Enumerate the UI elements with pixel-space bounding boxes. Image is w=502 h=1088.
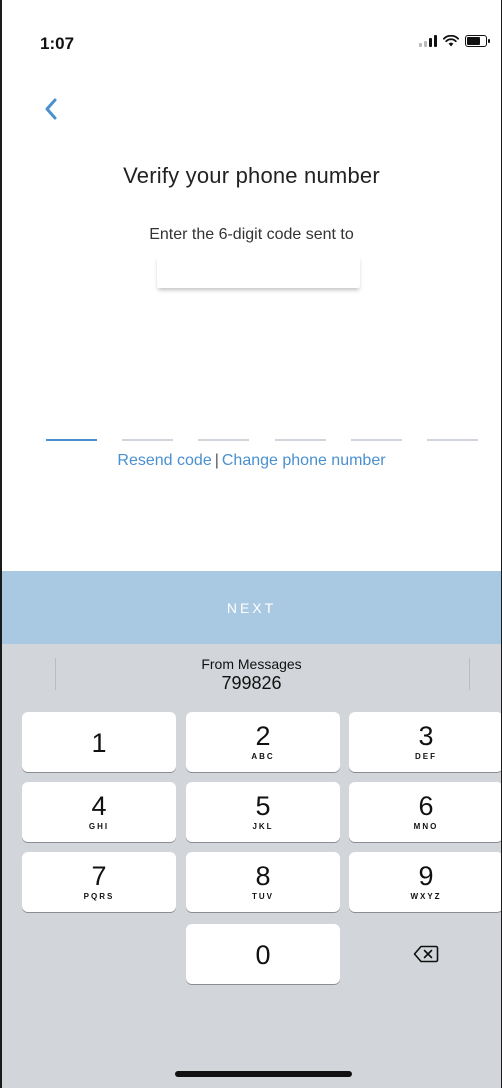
- phone-screen: 1:07 Verify your phone number Enter the …: [0, 0, 502, 1088]
- autofill-code-suggestion[interactable]: From Messages 799826: [2, 656, 501, 693]
- key-5[interactable]: 5 JKL: [186, 782, 340, 842]
- numeric-keyboard: From Messages 799826 1 2 ABC 3 DEF 4 GHI…: [2, 644, 501, 1088]
- phone-number-display: [157, 256, 360, 288]
- key-4[interactable]: 4 GHI: [22, 782, 176, 842]
- key-letters: PQRS: [83, 892, 115, 901]
- change-phone-number-link[interactable]: Change phone number: [222, 452, 386, 469]
- home-indicator[interactable]: [175, 1071, 352, 1077]
- key-letters: ABC: [251, 752, 275, 761]
- key-number: 2: [255, 721, 271, 751]
- autofill-suggestion-bar: From Messages 799826: [2, 644, 501, 706]
- code-digit-slot[interactable]: [122, 407, 174, 441]
- key-number: 6: [418, 791, 434, 821]
- key-letters: TUV: [252, 892, 274, 901]
- delete-key[interactable]: [349, 924, 501, 984]
- key-number: 9: [418, 861, 434, 891]
- key-2[interactable]: 2 ABC: [186, 712, 340, 772]
- code-digit-slot[interactable]: [46, 407, 97, 441]
- page-title: Verify your phone number: [123, 163, 380, 188]
- back-button[interactable]: [36, 92, 66, 126]
- status-time: 1:07: [40, 34, 75, 53]
- code-digit-slot[interactable]: [350, 407, 402, 441]
- key-letters: MNO: [413, 822, 439, 831]
- key-number: 5: [255, 791, 271, 821]
- chevron-left-icon: [45, 98, 57, 120]
- key-9[interactable]: 9 WXYZ: [349, 852, 501, 912]
- key-7[interactable]: 7 PQRS: [22, 852, 176, 912]
- link-separator: |: [214, 452, 219, 469]
- status-bar: 1:07: [2, 0, 501, 90]
- backspace-icon: [413, 945, 439, 963]
- suggestion-code: 799826: [221, 673, 282, 693]
- key-number: 7: [91, 861, 107, 891]
- code-digit-slot[interactable]: [426, 407, 478, 441]
- key-0[interactable]: 0: [186, 924, 340, 984]
- page-subtitle: Enter the 6-digit code sent to: [149, 226, 354, 243]
- code-digit-slot[interactable]: [274, 407, 326, 441]
- key-number: 3: [418, 721, 434, 751]
- next-button[interactable]: NEXT: [2, 571, 501, 644]
- battery-icon: [465, 35, 490, 47]
- key-letters: GHI: [88, 822, 110, 831]
- key-3[interactable]: 3 DEF: [349, 712, 501, 772]
- key-letters: WXYZ: [410, 892, 442, 901]
- resend-code-link[interactable]: Resend code: [117, 452, 211, 469]
- key-8[interactable]: 8 TUV: [186, 852, 340, 912]
- key-number: 4: [91, 791, 107, 821]
- code-actions: Resend code | Change phone number: [2, 452, 501, 470]
- key-number: 0: [255, 940, 271, 970]
- key-1[interactable]: 1: [22, 712, 176, 772]
- key-number: 8: [255, 861, 271, 891]
- key-letters: JKL: [252, 822, 274, 831]
- wifi-icon: [443, 35, 459, 47]
- key-letters: DEF: [415, 752, 437, 761]
- status-icons: [419, 35, 490, 47]
- cellular-signal-icon: [419, 35, 437, 47]
- code-digit-slot[interactable]: [198, 407, 250, 441]
- verification-code-input[interactable]: [46, 407, 478, 441]
- key-6[interactable]: 6 MNO: [349, 782, 501, 842]
- key-number: 1: [91, 728, 107, 758]
- suggestion-label: From Messages: [201, 656, 302, 672]
